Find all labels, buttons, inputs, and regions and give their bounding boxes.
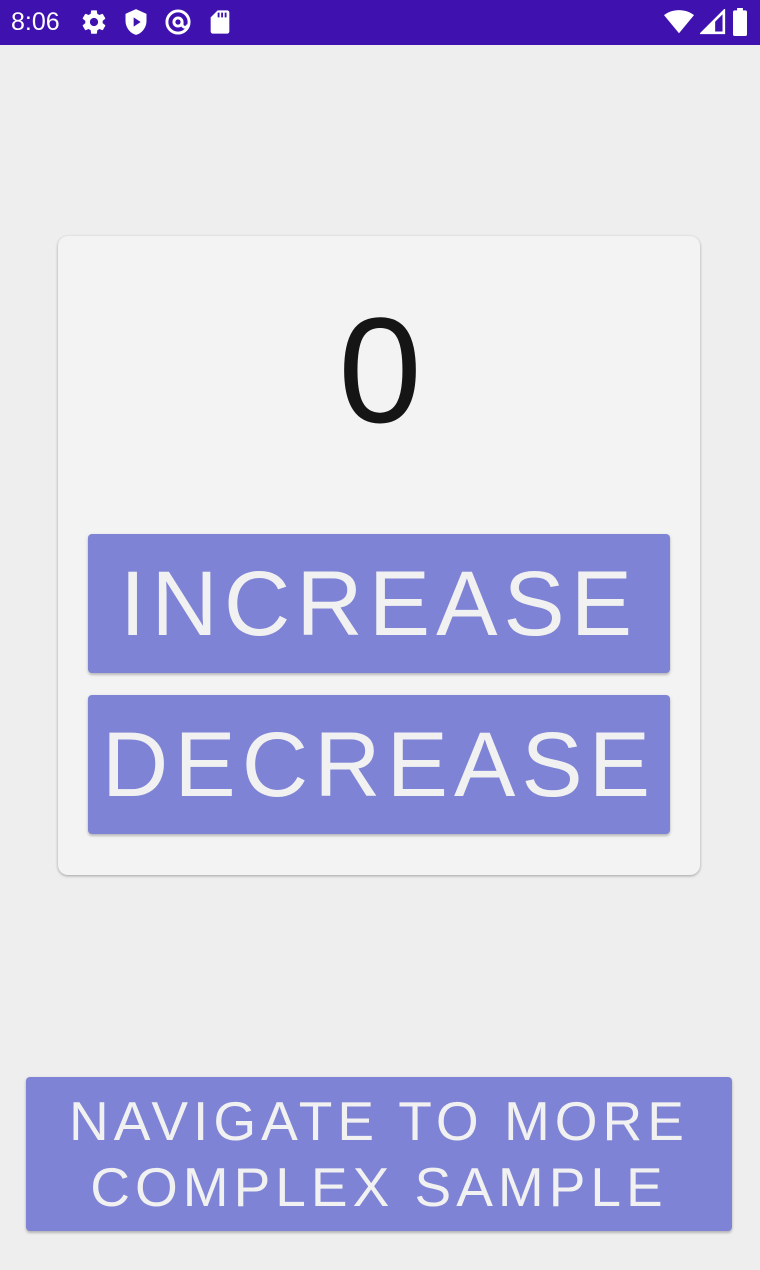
gear-icon [80,8,108,36]
status-system-icons [664,8,748,36]
sd-card-icon [206,8,234,36]
battery-icon [732,8,748,36]
cell-signal-icon [700,9,726,35]
counter-value: 0 [338,286,422,454]
increase-button[interactable]: INCREASE [88,534,670,673]
decrease-button[interactable]: DECREASE [88,695,670,834]
navigate-complex-sample-button[interactable]: NAVIGATE TO MORE COMPLEX SAMPLE [26,1077,732,1231]
status-time: 8:06 [11,8,60,36]
at-sign-icon [164,8,192,36]
status-notification-icons [80,8,234,36]
wifi-icon [664,9,694,35]
shield-play-icon [122,8,150,36]
status-bar: 8:06 [0,0,760,45]
